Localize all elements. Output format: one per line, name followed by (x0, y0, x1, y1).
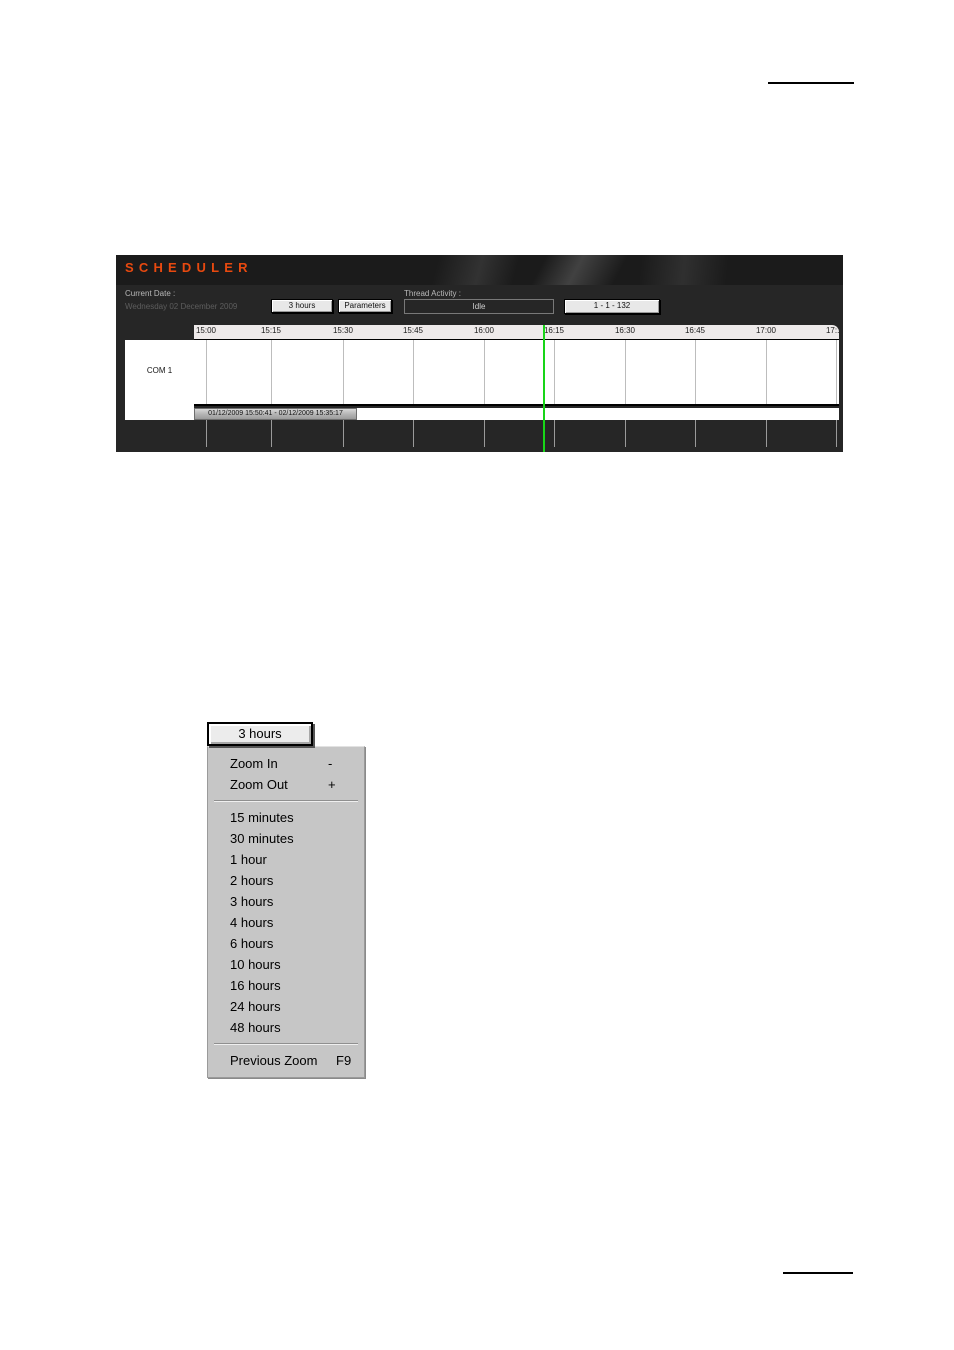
menu-item-zoom-out[interactable]: Zoom Out + (208, 774, 364, 795)
menu-item-6-hours[interactable]: 6 hours (208, 933, 364, 954)
menu-item-label: 15 minutes (230, 810, 294, 825)
menu-item-label: Zoom In (230, 756, 278, 771)
menu-item-4-hours[interactable]: 4 hours (208, 912, 364, 933)
menu-item-48-hours[interactable]: 48 hours (208, 1017, 364, 1038)
menu-item-15-minutes[interactable]: 15 minutes (208, 807, 364, 828)
ruler-tick-label: 15:15 (260, 326, 282, 335)
ruler-tick-label: 16:00 (473, 326, 495, 335)
timeline-horizontal-scrollbar[interactable]: 01/12/2009 15:50:41 - 02/12/2009 15:35:1… (194, 408, 839, 420)
zoom-dropdown-button[interactable]: 3 hours (207, 722, 313, 746)
menu-item-24-hours[interactable]: 24 hours (208, 996, 364, 1017)
menu-item-label: 6 hours (230, 936, 274, 951)
current-date-value: Wednesday 02 December 2009 (125, 302, 238, 311)
timeline-gutter-grid-line (695, 420, 696, 447)
timeline-gutter-grid-line (625, 420, 626, 447)
thread-activity-field: Idle (404, 299, 554, 314)
timeline: 15:00 15:15 15:30 15:45 16:00 16:15 16:30 16:45… (125, 325, 839, 447)
menu-item-label: 10 hours (230, 957, 281, 972)
timeline-ruler[interactable]: 15:00 15:15 15:30 15:45 16:00 16:15 16:30 16:45… (194, 325, 839, 340)
menu-item-label: 4 hours (230, 915, 274, 930)
timeline-gutter-grid-line (206, 420, 207, 447)
timeline-grid-line (554, 340, 555, 404)
parameters-button[interactable]: Parameters (338, 299, 392, 313)
timeline-grid-line (836, 340, 837, 404)
current-date-label: Current Date : (125, 289, 176, 298)
ruler-tick-label: 15:30 (332, 326, 354, 335)
menu-item-3-hours[interactable]: 3 hours (208, 891, 364, 912)
menu-item-label: 2 hours (230, 873, 274, 888)
menu-item-accelerator: F9 (336, 1053, 352, 1068)
timeline-bottom-gutter (194, 420, 839, 447)
timeline-row-label-column: COM 1 (125, 340, 194, 420)
ruler-tick-label: 17:15 (825, 326, 839, 335)
menu-item-16-hours[interactable]: 16 hours (208, 975, 364, 996)
scheduler-header-controls: Current Date : Wednesday 02 December 200… (116, 285, 843, 325)
timeline-grid-line (695, 340, 696, 404)
menu-item-label: 3 hours (230, 894, 274, 909)
timeline-gutter-grid-line (554, 420, 555, 447)
ruler-tick-label: 16:15 (543, 326, 565, 335)
menu-item-accelerator: - (328, 756, 333, 771)
menu-item-30-minutes[interactable]: 30 minutes (208, 828, 364, 849)
timeline-grid-line (625, 340, 626, 404)
timeline-scrollbar-thumb[interactable]: 01/12/2009 15:50:41 - 02/12/2009 15:35:1… (194, 408, 357, 420)
top-right-rule (768, 82, 854, 84)
timeline-gutter-grid-line (836, 420, 837, 447)
menu-item-1-hour[interactable]: 1 hour (208, 849, 364, 870)
timeline-grid-line (343, 340, 344, 404)
menu-item-label: Previous Zoom (230, 1053, 318, 1068)
scheduler-title: SCHEDULER (125, 260, 253, 275)
ruler-tick-label: 17:00 (755, 326, 777, 335)
menu-item-label: 48 hours (230, 1020, 281, 1035)
timeline-plot-area[interactable] (194, 340, 839, 406)
current-time-marker (543, 325, 545, 452)
timeline-gutter-grid-line (271, 420, 272, 447)
zoom-range-button[interactable]: 3 hours (271, 299, 333, 313)
timeline-gutter-grid-line (484, 420, 485, 447)
menu-item-label: 16 hours (230, 978, 281, 993)
ruler-tick-label: 15:00 (195, 326, 217, 335)
timeline-row-label-com1: COM 1 (146, 366, 173, 375)
thread-activity-label: Thread Activity : (404, 289, 461, 298)
menu-separator (214, 1043, 358, 1045)
menu-item-label: Zoom Out (230, 777, 288, 792)
timeline-grid-line (271, 340, 272, 404)
menu-item-label: 30 minutes (230, 831, 294, 846)
timeline-gutter-grid-line (343, 420, 344, 447)
timeline-grid-line (206, 340, 207, 404)
menu-item-label: 1 hour (230, 852, 267, 867)
ruler-tick-label: 16:45 (684, 326, 706, 335)
ruler-tick-label: 15:45 (402, 326, 424, 335)
menu-item-2-hours[interactable]: 2 hours (208, 870, 364, 891)
timeline-grid-line (484, 340, 485, 404)
timeline-gutter-grid-line (413, 420, 414, 447)
menu-item-previous-zoom[interactable]: Previous Zoom F9 (208, 1050, 364, 1071)
menu-separator (214, 800, 358, 802)
timeline-gutter-grid-line (766, 420, 767, 447)
zoom-dropdown-menu[interactable]: Zoom In - Zoom Out +15 minutes 30 minutes 1 h… (207, 746, 365, 1078)
scheduler-titlebar: SCHEDULER (116, 255, 843, 285)
menu-item-zoom-in[interactable]: Zoom In - (208, 753, 364, 774)
thread-count-button[interactable]: 1 - 1 - 132 (564, 299, 660, 314)
timeline-grid-line (766, 340, 767, 404)
menu-item-label: 24 hours (230, 999, 281, 1014)
bottom-right-rule (783, 1272, 853, 1274)
ruler-tick-label: 16:30 (614, 326, 636, 335)
scheduler-panel: SCHEDULER Current Date : Wednesday 02 De… (116, 255, 843, 452)
timeline-grid-line (413, 340, 414, 404)
menu-item-10-hours[interactable]: 10 hours (208, 954, 364, 975)
menu-item-accelerator: + (328, 777, 336, 792)
